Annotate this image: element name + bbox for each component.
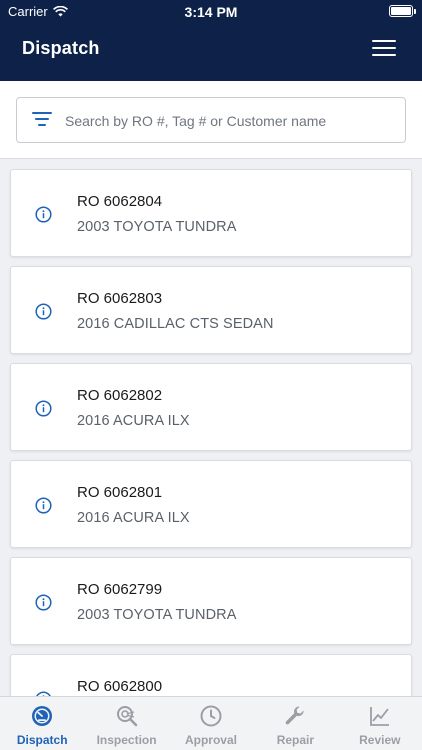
hamburger-menu-icon[interactable] xyxy=(372,40,396,56)
info-icon[interactable] xyxy=(35,497,52,514)
bottom-tab-bar: Dispatch Inspection Approval Repair Revi… xyxy=(0,696,422,750)
line-chart-icon xyxy=(369,707,389,726)
tab-review[interactable]: Review xyxy=(338,697,422,750)
status-bar: Carrier 3:14 PM xyxy=(0,0,422,22)
order-vehicle: 2016 CADILLAC CTS SEDAN xyxy=(77,316,274,332)
tab-label: Approval xyxy=(184,733,237,747)
top-header: Carrier 3:14 PM Dispatch xyxy=(0,0,422,81)
order-card[interactable]: RO 6062802 2016 ACURA ILX xyxy=(10,363,412,451)
repair-order-list: RO 6062804 2003 TOYOTA TUNDRA RO 6062803… xyxy=(0,159,422,696)
inspection-search-icon xyxy=(116,706,137,727)
filter-icon[interactable] xyxy=(31,112,53,130)
battery-icon xyxy=(389,5,416,17)
dashboard-gauge-icon xyxy=(32,706,53,726)
status-time: 3:14 PM xyxy=(184,4,238,20)
tab-approval[interactable]: Approval xyxy=(169,697,253,750)
info-icon[interactable] xyxy=(35,206,52,223)
order-card[interactable]: RO 6062800 xyxy=(10,654,412,696)
order-number: RO 6062801 xyxy=(77,484,163,501)
tab-inspection[interactable]: Inspection xyxy=(84,697,168,750)
info-icon[interactable] xyxy=(35,303,52,320)
info-icon[interactable] xyxy=(35,400,52,417)
tab-dispatch[interactable]: Dispatch xyxy=(0,697,84,750)
search-section xyxy=(0,81,422,159)
order-number: RO 6062802 xyxy=(77,387,163,404)
order-vehicle: 2003 TOYOTA TUNDRA xyxy=(77,607,237,623)
order-number: RO 6062800 xyxy=(77,678,163,695)
tab-label: Repair xyxy=(276,733,315,747)
wrench-icon xyxy=(286,706,304,725)
order-number: RO 6062803 xyxy=(77,290,163,307)
search-box xyxy=(16,97,406,143)
info-icon[interactable] xyxy=(35,594,52,611)
app-root: Carrier 3:14 PM Dispatch Search by RO #,… xyxy=(0,0,422,750)
order-card[interactable]: RO 6062801 2016 ACURA ILX xyxy=(10,460,412,548)
order-vehicle: 2016 ACURA ILX xyxy=(77,510,190,526)
page-title: Dispatch xyxy=(22,38,100,58)
order-card[interactable]: RO 6062803 2016 CADILLAC CTS SEDAN xyxy=(10,266,412,354)
search-input[interactable] xyxy=(65,106,395,136)
order-number: RO 6062799 xyxy=(77,581,163,598)
tab-repair[interactable]: Repair xyxy=(253,697,337,750)
tab-label: Inspection xyxy=(96,733,157,747)
order-vehicle: 2003 TOYOTA TUNDRA xyxy=(77,219,237,235)
clock-icon xyxy=(200,705,222,727)
tab-label: Review xyxy=(359,733,401,747)
order-card[interactable]: RO 6062804 2003 TOYOTA TUNDRA xyxy=(10,169,412,257)
order-number: RO 6062804 xyxy=(77,193,163,210)
tab-label: Dispatch xyxy=(16,733,68,747)
order-vehicle: 2016 ACURA ILX xyxy=(77,413,190,429)
order-card[interactable]: RO 6062799 2003 TOYOTA TUNDRA xyxy=(10,557,412,645)
